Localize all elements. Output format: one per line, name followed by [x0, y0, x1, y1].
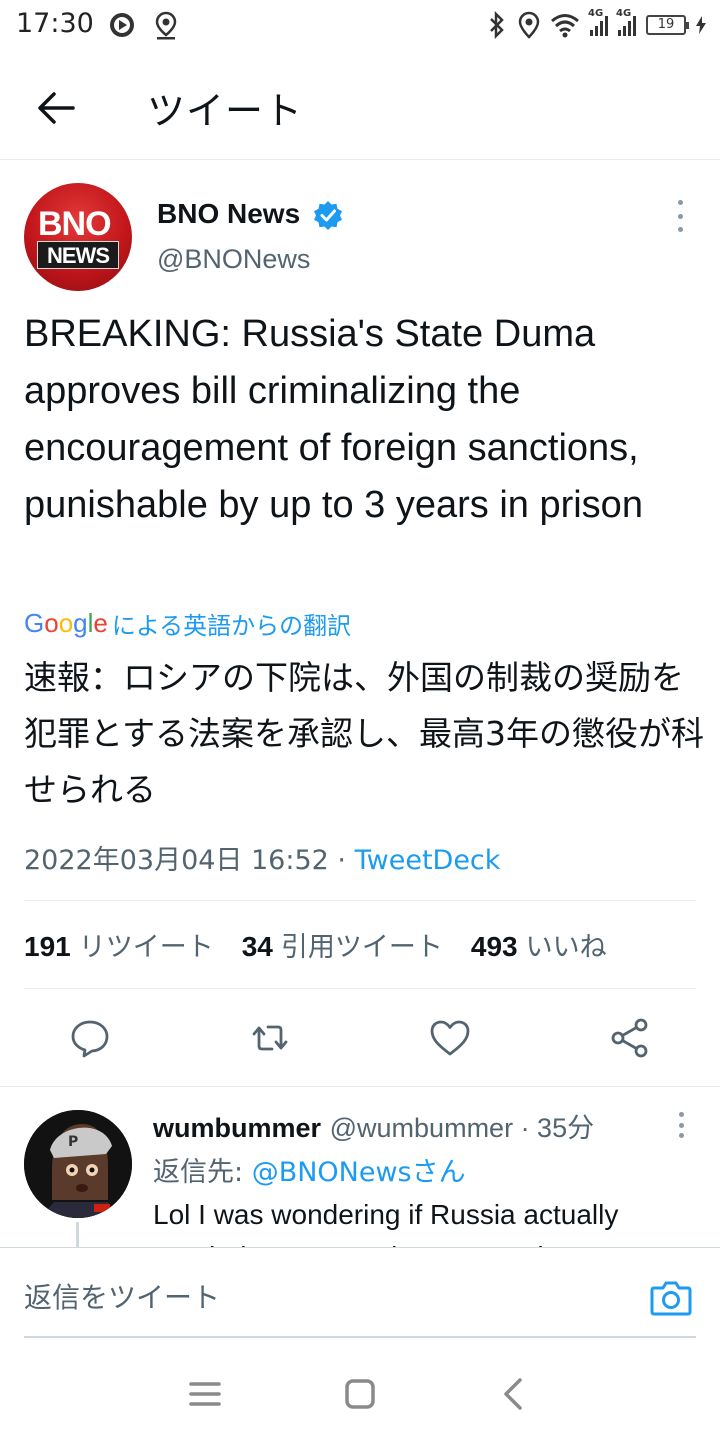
tweet-timestamp[interactable]: 2022年03月04日 16:52: [24, 845, 329, 876]
reply-to-mention[interactable]: @BNONewsさん: [252, 1157, 466, 1188]
location-notification-icon: [155, 11, 177, 40]
quote-tweets-stat[interactable]: 34 引用ツイート: [242, 925, 443, 964]
compose-underline: [24, 1336, 696, 1338]
author-handle[interactable]: @BNONews: [157, 244, 310, 275]
recent-apps-icon[interactable]: [187, 1376, 223, 1412]
reply-to-line: 返信先: @BNONewsさん: [153, 1150, 466, 1189]
more-options-button[interactable]: [672, 200, 688, 232]
like-icon[interactable]: [428, 1016, 472, 1060]
reply-to-prefix: 返信先:: [153, 1157, 252, 1188]
retweets-count: 191: [24, 930, 71, 962]
reply-compose-bar: 返信をツイート: [0, 1247, 720, 1339]
arrow-left-icon: [38, 92, 75, 124]
page-title: ツイート: [147, 89, 304, 133]
author-name[interactable]: BNO News: [157, 198, 300, 230]
share-icon[interactable]: [608, 1016, 652, 1060]
likes-count: 493: [470, 930, 518, 962]
tweet-meta: 2022年03月04日 16:52 · TweetDeck: [24, 838, 500, 877]
avatar-image: P: [24, 1110, 132, 1218]
likes-stat[interactable]: 493 いいね: [471, 925, 607, 964]
retweet-icon[interactable]: [248, 1016, 292, 1060]
signal-strength-icon: 4G: [588, 8, 608, 36]
tweet-actions: [0, 1010, 720, 1070]
thread-line: [76, 1222, 79, 1248]
charging-icon: [696, 16, 706, 34]
likes-label: いいね: [525, 931, 607, 963]
reply-author-handle[interactable]: @wumbummer · 35分: [330, 1113, 594, 1143]
reply-author-avatar[interactable]: P: [24, 1110, 132, 1218]
app-header: ツイート: [0, 52, 720, 160]
quotes-label: 引用ツイート: [280, 931, 443, 963]
signal-strength-icon: 4G: [616, 8, 636, 36]
battery-icon: 19: [646, 15, 689, 35]
back-nav-icon[interactable]: [496, 1376, 532, 1412]
reply-compose-input[interactable]: 返信をツイート: [24, 1276, 220, 1316]
reply-body[interactable]: Lol I was wondering if Russia actually n…: [153, 1194, 673, 1248]
meta-separator: ·: [337, 845, 347, 876]
google-logo: Google: [24, 607, 108, 638]
retweets-stat[interactable]: 191 リツイート: [24, 925, 214, 964]
reply-text: Lol I was wondering if Russia actually n…: [153, 1199, 625, 1248]
tweet-stats: 191 リツイート 34 引用ツイート 493 いいね: [24, 924, 635, 964]
divider: [0, 1086, 720, 1087]
status-time: 17:30: [16, 8, 94, 39]
avatar-logo-text: NEWS: [37, 241, 119, 269]
retweets-label: リツイート: [78, 931, 214, 963]
camera-icon[interactable]: [650, 1278, 692, 1318]
system-navigation-bar: [0, 1350, 720, 1440]
location-icon: [518, 11, 540, 39]
tweet-text: BREAKING: Russia's State Duma approves b…: [24, 313, 643, 526]
reply-header: wumbummer @wumbummer · 35分: [153, 1106, 594, 1145]
svg-text:P: P: [68, 1134, 78, 1150]
reply-icon[interactable]: [68, 1016, 112, 1060]
translation-label[interactable]: による英語からの翻訳: [112, 606, 351, 641]
divider: [24, 988, 696, 989]
tweet-source[interactable]: TweetDeck: [355, 845, 501, 876]
home-icon[interactable]: [342, 1376, 378, 1412]
reply-more-options-button[interactable]: [677, 1112, 685, 1138]
translated-text: 速報：ロシアの下院は、外国の制裁の奨励を犯罪とする法案を承認し、最高3年の懲役が…: [24, 658, 705, 809]
divider: [24, 900, 696, 901]
quotes-count: 34: [241, 930, 273, 962]
reply-author-name[interactable]: wumbummer: [153, 1113, 321, 1143]
back-button[interactable]: [30, 82, 82, 134]
media-playing-icon: [110, 13, 134, 37]
translation-attribution[interactable]: Google による英語からの翻訳: [24, 606, 351, 640]
author-avatar[interactable]: BNO NEWS: [24, 183, 132, 291]
avatar-logo-text: BNO: [38, 205, 112, 243]
verified-badge-icon: [314, 201, 342, 230]
bluetooth-icon: [490, 11, 504, 39]
status-bar: 17:30 4G 4G 19: [0, 0, 720, 52]
wifi-icon: [551, 14, 579, 38]
